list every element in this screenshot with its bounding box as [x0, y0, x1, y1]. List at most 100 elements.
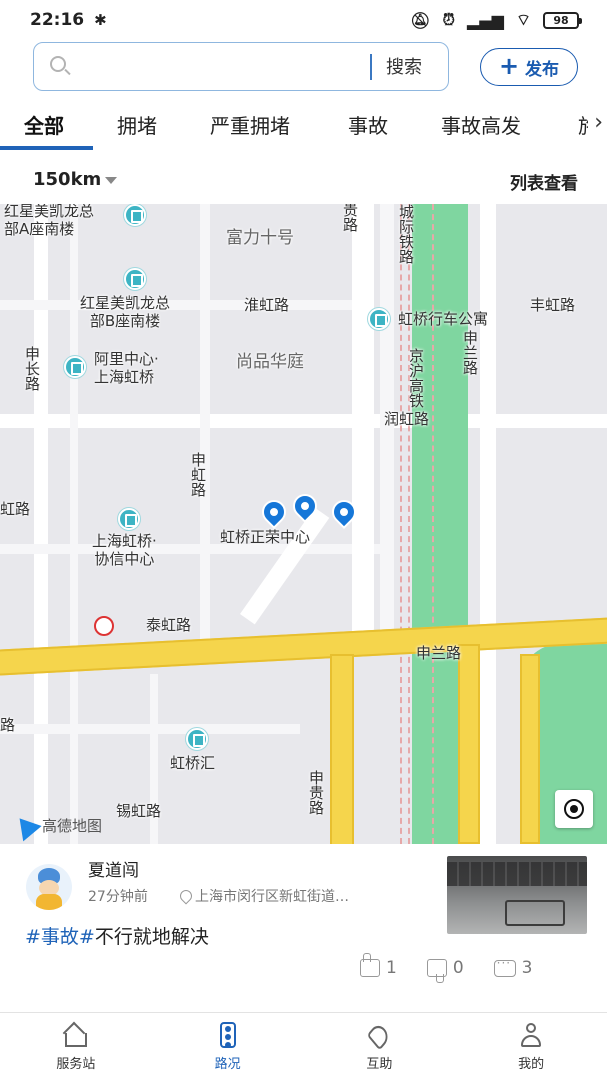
map-label: 申兰路: [461, 330, 479, 375]
road: [240, 507, 330, 625]
tab-accident-prone[interactable]: 事故高发: [441, 98, 521, 150]
poi-building-icon[interactable]: [186, 728, 208, 750]
rail-line: [400, 204, 402, 844]
map-view[interactable]: 红星美凯龙总 部A座南楼 富力十号 贵路 城际铁路 红星美凯龙总 部B座南楼 淮…: [0, 204, 607, 844]
search-box[interactable]: 搜索: [33, 42, 449, 91]
status-time: 22:16: [30, 10, 85, 30]
road: [0, 414, 607, 428]
thumbs-down-icon: [426, 959, 447, 977]
location-pin-icon: [177, 887, 195, 905]
post-body: #事故#不行就地解决: [25, 922, 209, 949]
map-label: 富力十号: [226, 228, 294, 248]
avatar-body: [36, 894, 62, 910]
status-icons: 🔕︎ ⏰︎ ▂▄▆ ⌔ 98: [410, 10, 582, 30]
publish-label: 发布: [525, 59, 560, 80]
tab-label: 严重拥堵: [210, 114, 290, 138]
chevron-right-icon[interactable]: ›: [588, 110, 603, 135]
wifi-icon: ⌔: [515, 10, 531, 29]
map-label: 虹桥行车公寓: [398, 310, 489, 328]
handshake-heart-icon: [365, 1021, 393, 1051]
search-input[interactable]: [80, 52, 350, 82]
map-label: 虹桥正荣中心: [220, 528, 311, 546]
map-label: 路: [0, 716, 16, 734]
category-tabs: 全部 拥堵 严重拥堵 事故 事故高发 施 ›: [0, 98, 607, 150]
tab-congestion[interactable]: 拥堵: [117, 98, 157, 150]
home-icon: [62, 1021, 90, 1049]
tab-accident[interactable]: 事故: [348, 98, 388, 150]
map-label: 丰虹路: [530, 296, 576, 314]
map-label: 泰虹路: [146, 616, 192, 634]
person-icon: [517, 1021, 545, 1049]
event-pin[interactable]: [257, 495, 291, 529]
tab-label: 事故高发: [441, 114, 521, 138]
bluetooth-icon: ✱: [94, 11, 107, 29]
post-tag[interactable]: #事故#: [25, 926, 95, 948]
distance-dropdown[interactable]: 150km: [33, 169, 118, 190]
filter-row: 150km 列表查看: [0, 160, 607, 202]
map-label: 红星美凯龙总 部B座南楼: [80, 294, 171, 330]
post-content: 不行就地解决: [94, 926, 209, 948]
dislike-button[interactable]: 0: [426, 958, 464, 978]
tab-label: 事故: [348, 114, 388, 138]
nav-mine[interactable]: 我的: [455, 1013, 607, 1080]
poi-building-icon[interactable]: [118, 508, 140, 530]
post-thumbnail[interactable]: [447, 856, 587, 934]
list-view-button[interactable]: 列表查看: [510, 169, 578, 194]
map-label: 申贵路: [307, 770, 325, 815]
publish-button[interactable]: + 发布: [480, 48, 578, 86]
avatar[interactable]: [26, 864, 72, 910]
mute-icon: 🔕︎: [410, 10, 431, 30]
search-button[interactable]: 搜索: [386, 53, 422, 79]
expressway: [458, 644, 480, 844]
bottom-nav: 服务站 路况 互助 我的: [0, 1012, 607, 1080]
map-label: 润虹路: [384, 410, 430, 428]
expressway: [330, 654, 354, 844]
tab-severe-congestion[interactable]: 严重拥堵: [210, 98, 290, 150]
like-count: 1: [386, 958, 397, 978]
like-button[interactable]: 1: [360, 953, 397, 978]
comment-button[interactable]: 3: [493, 956, 533, 978]
road: [70, 204, 78, 844]
tab-all[interactable]: 全部: [0, 98, 93, 150]
post-card[interactable]: 夏道闯 27分钟前 上海市闵行区新虹街道… #事故#不行就地解决 1 0 3: [0, 846, 607, 1012]
map-label: 阿里中心· 上海虹桥: [94, 350, 159, 386]
expressway: [520, 654, 540, 844]
post-location-text: 上海市闵行区新虹街道…: [195, 889, 349, 905]
locate-target-icon: [564, 799, 584, 819]
dislike-count: 0: [452, 958, 464, 978]
thumbnail-keyboard: [447, 862, 587, 886]
nav-service-station[interactable]: 服务站: [0, 1013, 152, 1080]
poi-building-icon[interactable]: [64, 356, 86, 378]
post-user-name[interactable]: 夏道闯: [88, 856, 139, 881]
nav-mutual-help[interactable]: 互助: [304, 1013, 456, 1080]
map-label: 城际铁路: [397, 204, 415, 264]
nav-label: 我的: [518, 1057, 545, 1072]
nav-label: 互助: [366, 1057, 393, 1072]
status-bar: 22:16 ✱ 🔕︎ ⏰︎ ▂▄▆ ⌔ 98: [0, 0, 607, 40]
map-label: 贵路: [341, 204, 359, 232]
map-label: 京沪高铁: [407, 348, 425, 408]
search-row: 搜索 + 发布: [0, 40, 607, 94]
tab-label: 拥堵: [117, 114, 157, 138]
comment-count: 3: [521, 958, 533, 978]
map-label: 红星美凯龙总 部A座南楼: [4, 204, 95, 238]
map-label: 虹路: [0, 500, 31, 518]
map-label: 申兰路: [416, 644, 462, 662]
map-label: 申虹路: [189, 452, 207, 497]
plus-icon: +: [498, 51, 520, 80]
nav-label: 服务站: [56, 1057, 96, 1072]
signal-icon: ▂▄▆: [467, 10, 504, 30]
post-location: 上海市闵行区新虹街道…: [177, 886, 349, 906]
search-icon: [50, 56, 66, 72]
amap-logo: 高德地图: [10, 810, 102, 841]
rail-line: [432, 204, 434, 844]
active-tab-indicator: [0, 146, 93, 150]
comment-icon: [493, 956, 516, 977]
traffic-light-icon: [214, 1021, 242, 1049]
nav-label: 路况: [214, 1057, 241, 1072]
locate-button[interactable]: [555, 790, 593, 828]
poi-building-icon[interactable]: [368, 308, 390, 330]
poi-building-icon[interactable]: [124, 268, 146, 290]
poi-building-icon[interactable]: [124, 204, 146, 226]
nav-traffic[interactable]: 路况: [152, 1013, 304, 1080]
